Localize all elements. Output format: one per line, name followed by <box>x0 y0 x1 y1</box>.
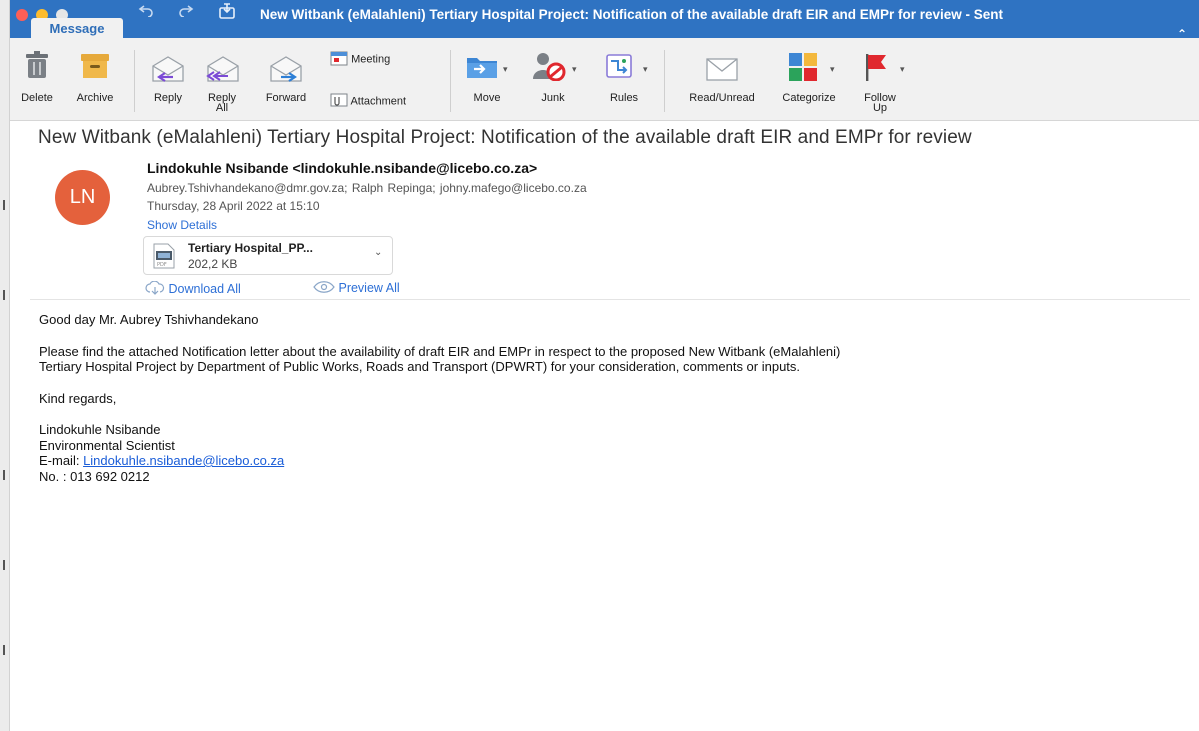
rules-label: Rules <box>609 92 639 104</box>
meeting-label: Meeting <box>351 53 391 66</box>
delete-label: Delete <box>21 92 53 104</box>
envelope-icon <box>706 58 738 87</box>
closing: Kind regards, <box>39 390 117 406</box>
read-unread-label: Read/Unread <box>689 92 755 104</box>
body-paragraph-line-1: Please find the attached Notification le… <box>39 343 841 359</box>
category-tiles-icon <box>788 52 818 87</box>
undo-icon[interactable] <box>138 3 154 22</box>
forward-button[interactable]: Forward <box>256 38 316 120</box>
flag-icon <box>863 52 889 87</box>
cloud-download-icon <box>145 280 165 298</box>
attachment-size: 202,2 KB <box>188 257 238 271</box>
recipients[interactable]: Aubrey.Tshivhandekano@dmr.gov.za; Ralph … <box>147 181 587 195</box>
greeting: Good day Mr. Aubrey Tshivhandekano <box>39 312 259 327</box>
paperclip-icon <box>330 93 348 110</box>
junk-dropdown-icon[interactable]: ▾ <box>572 64 577 75</box>
junk-label: Junk <box>541 92 565 104</box>
meeting-button[interactable]: Meeting <box>330 50 390 69</box>
collapse-ribbon-icon[interactable]: ⌃ <box>1177 28 1187 40</box>
window-title: New Witbank (eMalahleni) Tertiary Hospit… <box>260 7 1004 22</box>
categorize-label: Categorize <box>782 92 836 104</box>
ribbon-toolbar: Delete Archive Reply Reply All Forward M… <box>10 38 1199 121</box>
archive-label: Archive <box>76 92 114 104</box>
attachment-card[interactable]: PDF Tertiary Hospital_PP... 202,2 KB ⌄ <box>143 236 393 275</box>
signature-email-label: E-mail: <box>39 453 84 468</box>
follow-up-button[interactable]: ▾ Follow Up <box>855 38 905 120</box>
forward-label: Forward <box>265 92 307 104</box>
forward-icon <box>269 56 303 87</box>
eye-icon <box>313 281 335 296</box>
junk-icon <box>532 51 566 86</box>
preview-all-label: Preview All <box>338 281 400 295</box>
attachment-name: Tertiary Hospital_PP... <box>188 241 313 255</box>
categorize-dropdown-icon[interactable]: ▾ <box>830 64 835 75</box>
reply-all-button[interactable]: Reply All <box>200 38 244 120</box>
download-all-button[interactable]: Download All <box>145 280 241 298</box>
title-bar: New Witbank (eMalahleni) Tertiary Hospit… <box>10 0 1199 40</box>
reply-icon <box>151 56 185 87</box>
avatar: LN <box>55 170 110 225</box>
rules-button[interactable]: ▾ Rules <box>602 38 648 120</box>
move-label: Move <box>473 92 501 104</box>
message-window: New Witbank (eMalahleni) Tertiary Hospit… <box>10 0 1199 731</box>
folder-move-icon <box>466 53 498 84</box>
tab-message[interactable]: Message <box>31 18 123 38</box>
message-body: Good day Mr. Aubrey Tshivhandekano Pleas… <box>39 312 1179 484</box>
chevron-down-icon[interactable]: ⌄ <box>374 247 382 258</box>
move-button[interactable]: ▾ Move <box>462 38 512 120</box>
reply-label: Reply <box>153 92 183 104</box>
rules-icon <box>605 53 633 84</box>
signature-phone: No. : 013 692 0212 <box>39 468 150 484</box>
signature-email-link[interactable]: Lindokuhle.nsibande@licebo.co.za <box>83 453 284 468</box>
pdf-file-icon: PDF <box>153 243 175 274</box>
categorize-button[interactable]: ▾ Categorize <box>770 38 848 120</box>
signature-email-line: E-mail: Lindokuhle.nsibande@licebo.co.za <box>39 453 1179 469</box>
header-divider <box>30 299 1190 300</box>
archive-button[interactable]: Archive <box>70 38 120 120</box>
attachment-button[interactable]: Attachment <box>330 93 406 110</box>
body-paragraph-line-2: Tertiary Hospital Project by Department … <box>39 359 801 374</box>
signature-title: Environmental Scientist <box>39 437 175 453</box>
reply-all-icon <box>204 56 240 87</box>
read-unread-button[interactable]: Read/Unread <box>678 38 766 120</box>
archive-box-icon <box>80 53 110 84</box>
reply-button[interactable]: Reply <box>146 38 190 120</box>
sent-date: Thursday, 28 April 2022 at 15:10 <box>147 199 320 213</box>
redo-icon[interactable] <box>178 3 194 22</box>
follow-up-dropdown-icon[interactable]: ▾ <box>900 64 905 75</box>
reply-all-label: Reply All <box>207 92 237 114</box>
close-window-button[interactable] <box>16 9 28 21</box>
download-all-label: Download All <box>168 281 241 296</box>
move-dropdown-icon[interactable]: ▾ <box>503 64 508 75</box>
delete-button[interactable]: Delete <box>18 38 56 120</box>
trash-icon <box>24 51 50 84</box>
calendar-icon <box>330 50 348 69</box>
show-details-link[interactable]: Show Details <box>147 218 217 232</box>
attachment-label: Attachment <box>350 95 407 108</box>
sender[interactable]: Lindokuhle Nsibande <lindokuhle.nsibande… <box>147 160 537 176</box>
preview-all-button[interactable]: Preview All <box>313 281 400 296</box>
message-subject: New Witbank (eMalahleni) Tertiary Hospit… <box>38 127 972 148</box>
junk-button[interactable]: ▾ Junk <box>529 38 577 120</box>
rules-dropdown-icon[interactable]: ▾ <box>643 64 648 75</box>
background-window-edge <box>0 0 10 731</box>
save-icon[interactable] <box>218 2 236 25</box>
svg-text:PDF: PDF <box>157 262 167 268</box>
follow-up-label: Follow Up <box>864 92 896 114</box>
signature-name: Lindokuhle Nsibande <box>39 422 161 437</box>
